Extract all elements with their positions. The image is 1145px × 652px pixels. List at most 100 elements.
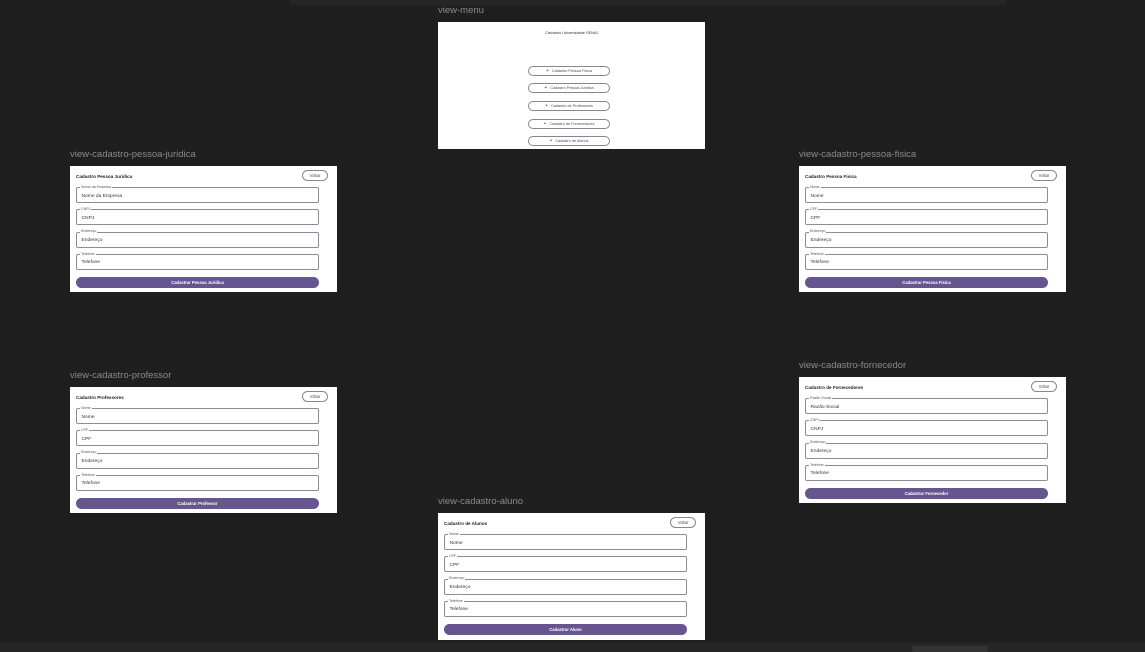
menu-button-label: Cadastro Pessoa Fisica	[551, 69, 593, 73]
phone-field[interactable]: Telefone Telefone	[444, 598, 687, 617]
frame-view-cadastro-pessoa-fisica: Cadastro Pessoa Fisica Voltar Nome Nome …	[799, 166, 1066, 292]
back-button[interactable]: Voltar	[1031, 381, 1057, 392]
frame-view-cadastro-pessoa-juridica: Cadastro Pessoa Juridica Voltar Nome da …	[70, 166, 337, 292]
field-placeholder: Endereço	[81, 238, 103, 244]
field-placeholder: Telefone	[81, 260, 101, 266]
cpf-field[interactable]: CPF CPF	[444, 554, 687, 573]
field-label: Telefone	[809, 251, 825, 256]
address-field[interactable]: Endereço Endereço	[76, 229, 319, 248]
menu-button-label: Cadastro Pessoa Juridica	[550, 86, 594, 90]
plus-icon: +	[544, 84, 548, 91]
submit-button[interactable]: Cadastrar Pessoa Juridica	[76, 277, 319, 288]
phone-field[interactable]: Telefone Telefone	[805, 251, 1048, 270]
company-name-field[interactable]: Razão Social Razão Social	[805, 395, 1048, 414]
frame-label-aluno[interactable]: view-cadastro-aluno	[438, 496, 523, 507]
form-title: Cadastro de Fornecedores	[805, 385, 864, 390]
menu-button-pessoa-juridica[interactable]: + Cadastro Pessoa Juridica	[528, 83, 610, 93]
field-label: Telefone	[448, 598, 464, 603]
field-label: Endereço	[448, 576, 466, 581]
field-placeholder: Telefone	[449, 607, 469, 613]
frame-view-cadastro-professor: Cadastro Professores Voltar Nome Nome CP…	[70, 387, 337, 513]
submit-button[interactable]: Cadastrar Professor	[76, 498, 319, 509]
address-field[interactable]: Endereço Endereço	[76, 450, 319, 469]
frame-label-professor[interactable]: view-cadastro-professor	[70, 370, 171, 381]
field-label: Nome da Empresa	[80, 184, 112, 189]
frame-view-menu: Cadastro Universidade SENAI + Cadastro P…	[438, 22, 705, 149]
field-label: CNPJ	[809, 418, 821, 423]
frame-label-fisica[interactable]: view-cadastro-pessoa-fisica	[799, 149, 916, 160]
name-field[interactable]: Nome Nome	[444, 531, 687, 550]
field-placeholder: Telefone	[810, 471, 830, 477]
cnpj-field[interactable]: CNPJ CNPJ	[76, 207, 319, 226]
field-label: Telefone	[80, 251, 96, 256]
field-placeholder: Endereço	[449, 585, 471, 591]
company-name-field[interactable]: Nome da Empresa Nome da Empresa	[76, 184, 319, 203]
plus-icon: +	[549, 137, 553, 144]
field-label: Endereço	[809, 440, 827, 445]
plus-icon: +	[545, 102, 548, 109]
field-placeholder: Nome	[810, 193, 824, 199]
form-title: Cadastro Pessoa Fisica	[805, 174, 857, 179]
submit-button[interactable]: Cadastrar Aluno	[444, 624, 687, 635]
field-label: Razão Social	[809, 395, 833, 400]
frame-view-cadastro-fornecedor: Cadastro de Fornecedores Voltar Razão So…	[799, 377, 1066, 503]
menu-button-professores[interactable]: + Cadastro de Professores	[528, 101, 610, 111]
field-placeholder: Endereço	[81, 459, 103, 465]
field-placeholder: Endereço	[810, 449, 832, 455]
back-button[interactable]: Voltar	[670, 517, 696, 528]
canvas-top-bar	[290, 0, 1006, 5]
menu-title: Cadastro Universidade SENAI	[545, 30, 598, 35]
phone-field[interactable]: Telefone Telefone	[76, 472, 319, 491]
menu-button-label: Cadastro de Professores	[550, 104, 593, 108]
cpf-field[interactable]: CPF CPF	[805, 207, 1048, 226]
form-title: Cadastro de Alunos	[444, 521, 488, 526]
frame-label-juridica[interactable]: view-cadastro-pessoa-juridica	[70, 149, 196, 160]
zoom-control[interactable]	[912, 646, 988, 652]
field-placeholder: Nome	[449, 540, 463, 546]
menu-button-fornecedores[interactable]: + Cadastro de Fornecedores	[528, 119, 610, 129]
plus-icon: +	[545, 67, 549, 74]
address-field[interactable]: Endereço Endereço	[444, 576, 687, 595]
field-placeholder: CNPJ	[810, 426, 824, 432]
field-label: CPF	[448, 554, 458, 559]
field-label: Endereço	[80, 450, 98, 455]
back-button[interactable]: Voltar	[302, 170, 328, 181]
back-button[interactable]: Voltar	[1031, 170, 1057, 181]
field-label: CPF	[809, 207, 819, 212]
frame-label-menu[interactable]: view-menu	[438, 5, 484, 16]
address-field[interactable]: Endereço Endereço	[805, 229, 1048, 248]
cpf-field[interactable]: CPF CPF	[76, 428, 319, 447]
menu-button-pessoa-fisica[interactable]: + Cadastro Pessoa Fisica	[528, 66, 610, 76]
menu-button-alunos[interactable]: + Cadastro de Alunos	[528, 136, 610, 146]
field-placeholder: CNPJ	[81, 215, 95, 221]
address-field[interactable]: Endereço Endereço	[805, 440, 1048, 459]
submit-button[interactable]: Cadastrar Fornecedor	[805, 488, 1048, 499]
field-placeholder: CPF	[810, 215, 821, 221]
field-label: Nome	[80, 405, 92, 410]
phone-field[interactable]: Telefone Telefone	[76, 251, 319, 270]
field-label: CPF	[80, 428, 90, 433]
form-title: Cadastro Professores	[76, 395, 124, 400]
field-placeholder: Endereço	[810, 238, 832, 244]
field-placeholder: Telefone	[81, 481, 101, 487]
phone-field[interactable]: Telefone Telefone	[805, 462, 1048, 481]
menu-button-label: Cadastro de Alunos	[555, 139, 589, 143]
field-label: Endereço	[80, 229, 98, 234]
name-field[interactable]: Nome Nome	[805, 184, 1048, 203]
field-label: Endereço	[809, 229, 827, 234]
frame-label-fornecedor[interactable]: view-cadastro-fornecedor	[799, 360, 906, 371]
field-placeholder: CPF	[81, 436, 92, 442]
field-label: Telefone	[809, 462, 825, 467]
field-placeholder: CPF	[449, 562, 460, 568]
name-field[interactable]: Nome Nome	[76, 405, 319, 424]
field-label: Nome	[448, 531, 460, 536]
menu-button-label: Cadastro de Fornecedores	[549, 122, 595, 126]
field-placeholder: Nome da Empresa	[81, 193, 123, 199]
field-label: Telefone	[80, 472, 96, 477]
plus-icon: +	[543, 120, 547, 127]
submit-button[interactable]: Cadastrar Pessoa Fisica	[805, 277, 1048, 288]
field-label: Nome	[809, 184, 821, 189]
cnpj-field[interactable]: CNPJ CNPJ	[805, 418, 1048, 437]
back-button[interactable]: Voltar	[302, 391, 328, 402]
field-placeholder: Telefone	[810, 260, 830, 266]
